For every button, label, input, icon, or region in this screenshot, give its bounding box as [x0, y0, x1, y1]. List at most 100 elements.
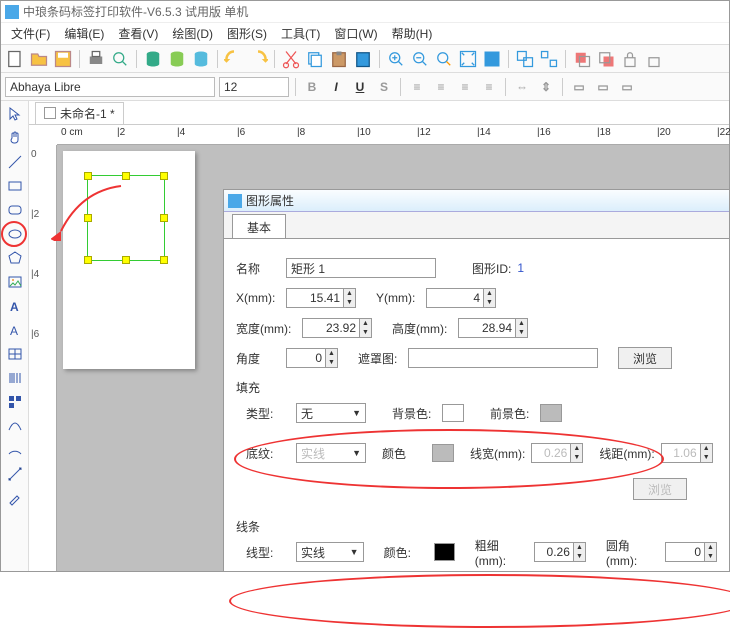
misc3-icon[interactable]: ▭ — [617, 77, 637, 97]
align-right-icon[interactable]: ≡ — [455, 77, 475, 97]
roundrect-tool-icon[interactable] — [4, 199, 26, 221]
italic-icon[interactable]: I — [326, 77, 346, 97]
polygon-tool-icon[interactable] — [4, 247, 26, 269]
props-icon — [228, 194, 242, 208]
pointer-tool-icon[interactable] — [4, 103, 26, 125]
underline-icon[interactable]: U — [350, 77, 370, 97]
misc1-icon[interactable]: ▭ — [569, 77, 589, 97]
paste2-icon[interactable] — [353, 49, 373, 69]
unlock-icon[interactable] — [644, 49, 664, 69]
group-icon[interactable] — [515, 49, 535, 69]
menu-file[interactable]: 文件(F) — [5, 23, 56, 44]
qrcode-tool-icon[interactable] — [4, 391, 26, 413]
browse-button[interactable]: 浏览 — [618, 347, 672, 369]
mask-input[interactable] — [408, 348, 598, 368]
new-icon[interactable] — [5, 49, 25, 69]
measure-tool-icon[interactable] — [4, 463, 26, 485]
save-icon[interactable] — [53, 49, 73, 69]
resize-handle[interactable] — [84, 172, 92, 180]
arc-tool-icon[interactable] — [4, 439, 26, 461]
format-toolbar: Abhaya Libre 12 B I U S ≡ ≡ ≡ ≡ ⇔ ⇕ ▭ ▭ … — [1, 73, 729, 101]
richtext-tool-icon[interactable]: A — [4, 319, 26, 341]
line-type-select[interactable]: 实线▼ — [296, 542, 364, 562]
round-input[interactable]: ▲▼ — [665, 542, 717, 562]
bg-swatch[interactable] — [442, 404, 464, 422]
resize-handle[interactable] — [160, 172, 168, 180]
fill-type-select[interactable]: 无▼ — [296, 403, 366, 423]
resize-handle[interactable] — [160, 214, 168, 222]
line-tool-icon[interactable] — [4, 151, 26, 173]
copy-icon[interactable] — [305, 49, 325, 69]
menu-window[interactable]: 窗口(W) — [328, 23, 383, 44]
lock-icon[interactable] — [620, 49, 640, 69]
zoomin-icon[interactable] — [386, 49, 406, 69]
zoomfit-icon[interactable] — [458, 49, 478, 69]
fg-swatch[interactable] — [540, 404, 562, 422]
hand-tool-icon[interactable] — [4, 127, 26, 149]
resize-handle[interactable] — [160, 256, 168, 264]
db3-icon[interactable] — [191, 49, 211, 69]
open-icon[interactable] — [29, 49, 49, 69]
zoomsel-icon[interactable] — [482, 49, 502, 69]
doc-tab-label: 未命名-1 * — [60, 105, 115, 122]
h-input[interactable]: ▲▼ — [458, 318, 528, 338]
strike-icon[interactable]: S — [374, 77, 394, 97]
bold-icon[interactable]: B — [302, 77, 322, 97]
curve-tool-icon[interactable] — [4, 415, 26, 437]
canvas[interactable]: 图形属性 基本 名称 矩形 1 图形ID: 1 X(mm): ▲▼ Y(m — [57, 145, 729, 571]
selected-rectangle[interactable] — [87, 175, 165, 261]
resize-handle[interactable] — [122, 172, 130, 180]
table-tool-icon[interactable] — [4, 343, 26, 365]
zoomout-icon[interactable] — [410, 49, 430, 69]
font-combo[interactable]: Abhaya Libre — [5, 77, 215, 97]
ungroup-icon[interactable] — [539, 49, 559, 69]
zoom100-icon[interactable] — [434, 49, 454, 69]
ld-input: ▲▼ — [661, 443, 713, 463]
lcolor-swatch[interactable] — [434, 543, 455, 561]
x-input[interactable]: ▲▼ — [286, 288, 356, 308]
paste-icon[interactable] — [329, 49, 349, 69]
image-tool-icon[interactable] — [4, 271, 26, 293]
db2-icon[interactable] — [167, 49, 187, 69]
left-toolbox: A A — [1, 101, 29, 571]
menu-draw[interactable]: 绘图(D) — [166, 23, 219, 44]
thick-input[interactable]: ▲▼ — [534, 542, 586, 562]
menu-help[interactable]: 帮助(H) — [386, 23, 439, 44]
db1-icon[interactable] — [143, 49, 163, 69]
label-page[interactable] — [63, 151, 195, 369]
back-icon[interactable] — [596, 49, 616, 69]
cut-icon[interactable] — [281, 49, 301, 69]
name-input[interactable]: 矩形 1 — [286, 258, 436, 278]
preview-icon[interactable] — [110, 49, 130, 69]
angle-input[interactable]: ▲▼ — [286, 348, 338, 368]
menu-tools[interactable]: 工具(T) — [275, 23, 326, 44]
resize-handle[interactable] — [84, 214, 92, 222]
align-center-icon[interactable]: ≡ — [431, 77, 451, 97]
front-icon[interactable] — [572, 49, 592, 69]
align-left-icon[interactable]: ≡ — [407, 77, 427, 97]
menu-edit[interactable]: 编辑(E) — [58, 23, 110, 44]
spacing1-icon[interactable]: ⇔ — [512, 77, 532, 97]
rect-tool-icon[interactable] — [4, 175, 26, 197]
w-label: 宽度(mm): — [236, 320, 296, 337]
barcode-tool-icon[interactable] — [4, 367, 26, 389]
misc2-icon[interactable]: ▭ — [593, 77, 613, 97]
ellipse-tool-icon[interactable] — [4, 223, 26, 245]
text-tool-icon[interactable]: A — [4, 295, 26, 317]
menu-view[interactable]: 查看(V) — [112, 23, 164, 44]
menu-shape[interactable]: 图形(S) — [221, 23, 273, 44]
size-combo[interactable]: 12 — [219, 77, 289, 97]
align-justify-icon[interactable]: ≡ — [479, 77, 499, 97]
resize-handle[interactable] — [84, 256, 92, 264]
eyedrop-tool-icon[interactable] — [4, 487, 26, 509]
w-input[interactable]: ▲▼ — [302, 318, 372, 338]
y-input[interactable]: ▲▼ — [426, 288, 496, 308]
spacing2-icon[interactable]: ⇕ — [536, 77, 556, 97]
doc-tab[interactable]: 未命名-1 * — [35, 102, 124, 124]
redo-icon[interactable] — [248, 49, 268, 69]
tab-basic[interactable]: 基本 — [232, 214, 286, 238]
resize-handle[interactable] — [122, 256, 130, 264]
print-icon[interactable] — [86, 49, 106, 69]
y-label: Y(mm): — [376, 291, 420, 305]
undo-icon[interactable] — [224, 49, 244, 69]
